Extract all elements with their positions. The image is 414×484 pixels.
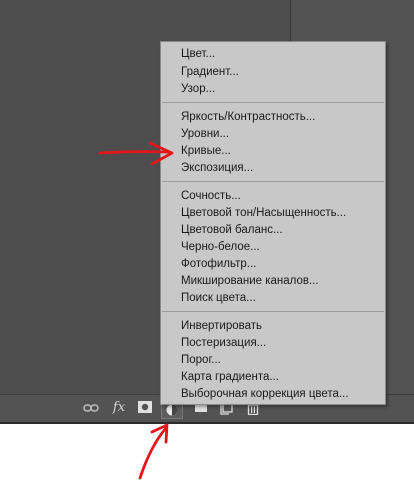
- menu-item-color-lookup[interactable]: Поиск цвета...: [181, 290, 256, 306]
- menu-item-gradient[interactable]: Градиент...: [181, 64, 239, 80]
- menu-separator: [162, 311, 384, 312]
- menu-item-selective-color[interactable]: Выборочная коррекция цвета...: [181, 386, 349, 402]
- arrow-to-adjustment-button: [138, 423, 169, 480]
- menu-separator: [162, 102, 384, 103]
- layer-mask-icon[interactable]: [138, 401, 152, 415]
- adjustment-layer-menu: Цвет... Градиент... Узор... Яркость/Конт…: [160, 41, 386, 405]
- menu-item-threshold[interactable]: Порог...: [181, 352, 221, 368]
- menu-item-pattern[interactable]: Узор...: [181, 81, 215, 97]
- menu-item-curves[interactable]: Кривые...: [181, 143, 231, 159]
- menu-item-color-balance[interactable]: Цветовой баланс...: [181, 222, 283, 238]
- menu-item-levels[interactable]: Уровни...: [181, 126, 229, 142]
- fx-icon[interactable]: fx: [111, 401, 127, 415]
- menu-item-brightness-contrast[interactable]: Яркость/Контрастность...: [181, 109, 315, 125]
- menu-item-black-white[interactable]: Черно-белое...: [181, 239, 260, 255]
- menu-item-channel-mixer[interactable]: Микширование каналов...: [181, 273, 319, 289]
- menu-separator: [162, 181, 384, 182]
- menu-item-exposure[interactable]: Экспозиция...: [181, 160, 253, 176]
- panel-bottom-border: [0, 422, 414, 424]
- menu-item-gradient-map[interactable]: Карта градиента...: [181, 369, 279, 385]
- menu-item-hue-saturation[interactable]: Цветовой тон/Насыщенность...: [181, 205, 346, 221]
- link-icon[interactable]: [83, 401, 99, 415]
- menu-item-invert[interactable]: Инвертировать: [181, 318, 262, 334]
- menu-item-photo-filter[interactable]: Фотофильтр...: [181, 256, 256, 272]
- menu-item-vibrance[interactable]: Сочность...: [181, 188, 241, 204]
- menu-item-solid-color[interactable]: Цвет...: [181, 46, 215, 62]
- menu-item-posterize[interactable]: Постеризация...: [181, 335, 266, 351]
